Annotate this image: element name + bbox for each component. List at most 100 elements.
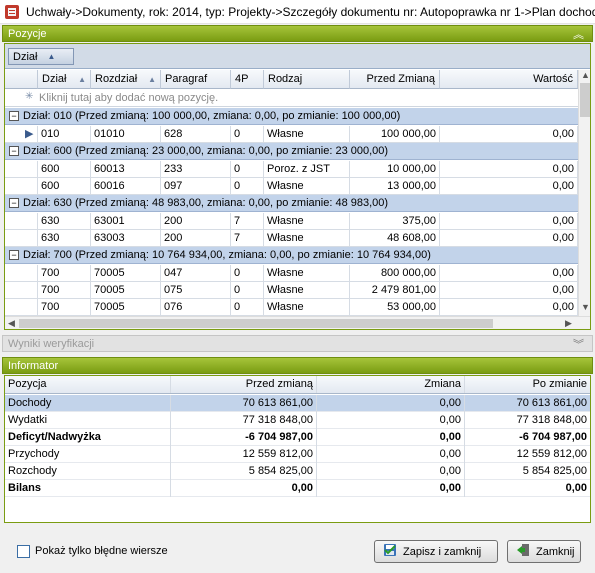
collapse-minus-icon[interactable]: − — [9, 111, 19, 121]
table-cell[interactable]: 0 — [231, 161, 264, 178]
info-row[interactable]: Wydatki 77 318 848,00 0,00 77 318 848,00 — [5, 412, 590, 429]
table-cell[interactable]: 13 000,00 — [350, 178, 440, 195]
collapse-minus-icon[interactable]: − — [9, 250, 19, 260]
table-cell[interactable]: 076 — [161, 299, 231, 316]
table-cell[interactable]: 0,00 — [440, 265, 578, 282]
table-cell[interactable]: 375,00 — [350, 213, 440, 230]
col-4p[interactable]: 4P — [231, 70, 264, 89]
row-indicator[interactable] — [22, 161, 38, 178]
table-cell[interactable]: 0 — [231, 265, 264, 282]
table-cell[interactable]: Własne — [264, 213, 350, 230]
col-rodzaj[interactable]: Rodzaj — [264, 70, 350, 89]
table-cell[interactable]: 800 000,00 — [350, 265, 440, 282]
table-cell[interactable]: 700 — [38, 265, 91, 282]
col-dzial[interactable]: Dział ▲ — [38, 70, 91, 89]
row-indicator[interactable] — [22, 299, 38, 316]
table-cell[interactable]: Własne — [264, 299, 350, 316]
table-cell[interactable]: 0 — [231, 178, 264, 195]
info-row[interactable]: Dochody 70 613 861,00 0,00 70 613 861,00 — [5, 395, 590, 412]
scroll-up-icon[interactable]: ▲ — [581, 70, 590, 80]
table-row[interactable]: 630 63001 200 7 Własne 375,00 0,00 — [5, 213, 580, 230]
info-row[interactable]: Rozchody 5 854 825,00 0,00 5 854 825,00 — [5, 463, 590, 480]
group-row[interactable]: − Dział: 700 (Przed zmianą: 10 764 934,00… — [5, 247, 580, 264]
info-row[interactable]: Bilans 0,00 0,00 0,00 — [5, 480, 590, 497]
vertical-scrollbar[interactable]: ▲ ▼ — [578, 70, 590, 329]
table-cell[interactable]: Własne — [264, 282, 350, 299]
row-indicator[interactable] — [22, 213, 38, 230]
table-cell[interactable]: 53 000,00 — [350, 299, 440, 316]
row-indicator[interactable] — [22, 265, 38, 282]
weryfikacja-header[interactable]: Wyniki weryfikacji ︾ — [2, 335, 593, 352]
collapse-up-icon[interactable]: ︽ — [573, 26, 584, 42]
table-cell[interactable]: 0,00 — [440, 178, 578, 195]
row-indicator[interactable] — [22, 178, 38, 195]
info-row[interactable]: Przychody 12 559 812,00 0,00 12 559 812,00 — [5, 446, 590, 463]
table-cell[interactable]: 48 608,00 — [350, 230, 440, 247]
table-cell[interactable]: Poroz. z JST — [264, 161, 350, 178]
table-row[interactable]: 700 70005 076 0 Własne 53 000,00 0,00 — [5, 299, 580, 316]
table-row[interactable]: 700 70005 047 0 Własne 800 000,00 0,00 — [5, 265, 580, 282]
group-row[interactable]: − Dział: 600 (Przed zmianą: 23 000,00, zm… — [5, 143, 580, 160]
col-przed-zmiana[interactable]: Przed Zmianą — [350, 70, 440, 89]
collapse-minus-icon[interactable]: − — [9, 198, 19, 208]
table-cell[interactable]: 700 — [38, 299, 91, 316]
info-col-po[interactable]: Po zmianie — [465, 376, 590, 393]
table-cell[interactable]: 63001 — [91, 213, 161, 230]
group-row[interactable]: − Dział: 010 (Przed zmianą: 100 000,00, z… — [5, 108, 580, 125]
group-chip-dzial[interactable]: Dział ▲ — [8, 48, 74, 65]
save-close-button[interactable]: Zapisz i zamknij — [374, 540, 498, 563]
table-cell[interactable]: 200 — [161, 230, 231, 247]
info-row[interactable]: Deficyt/Nadwyżka -6 704 987,00 0,00 -6 704 … — [5, 429, 590, 446]
table-cell[interactable]: 60013 — [91, 161, 161, 178]
table-cell[interactable]: 0,00 — [440, 213, 578, 230]
table-cell[interactable]: 60016 — [91, 178, 161, 195]
table-row[interactable]: 600 60013 233 0 Poroz. z JST 10 000,00 0,00 — [5, 161, 580, 178]
table-row[interactable]: 600 60016 097 0 Własne 13 000,00 0,00 — [5, 178, 580, 195]
table-cell[interactable]: 0,00 — [440, 126, 578, 143]
table-cell[interactable]: 63003 — [91, 230, 161, 247]
table-cell[interactable]: 0,00 — [440, 282, 578, 299]
table-cell[interactable]: 047 — [161, 265, 231, 282]
table-cell[interactable]: 100 000,00 — [350, 126, 440, 143]
horizontal-scrollbar[interactable]: ◀ ▶ — [5, 316, 590, 329]
table-cell[interactable]: 0,00 — [440, 230, 578, 247]
info-col-przed[interactable]: Przed zmianą — [171, 376, 317, 393]
table-cell[interactable]: 0 — [231, 282, 264, 299]
table-cell[interactable]: 7 — [231, 230, 264, 247]
close-button[interactable]: Zamknij — [507, 540, 581, 563]
table-cell[interactable]: 0,00 — [440, 161, 578, 178]
table-cell[interactable]: 010 — [38, 126, 91, 143]
table-cell[interactable]: Własne — [264, 265, 350, 282]
table-cell[interactable]: 10 000,00 — [350, 161, 440, 178]
group-row[interactable]: − Dział: 630 (Przed zmianą: 48 983,00, zm… — [5, 195, 580, 212]
table-cell[interactable]: 097 — [161, 178, 231, 195]
new-row[interactable]: ✳ Kliknij tutaj aby dodać nową pozycję. — [5, 90, 580, 107]
table-cell[interactable]: 600 — [38, 161, 91, 178]
col-wartosc[interactable]: Wartość — [440, 70, 578, 89]
table-cell[interactable]: 70005 — [91, 265, 161, 282]
table-cell[interactable]: 075 — [161, 282, 231, 299]
table-cell[interactable]: 628 — [161, 126, 231, 143]
table-cell[interactable]: Własne — [264, 126, 350, 143]
table-cell[interactable]: 7 — [231, 213, 264, 230]
info-col-pozycja[interactable]: Pozycja — [5, 376, 171, 393]
col-paragraf[interactable]: Paragraf — [161, 70, 231, 89]
scroll-right-icon[interactable]: ▶ — [565, 318, 572, 329]
scroll-left-icon[interactable]: ◀ — [8, 318, 15, 329]
table-row[interactable]: ▶ 010 01010 628 0 Własne 100 000,00 0,00 — [5, 126, 580, 143]
table-cell[interactable]: Własne — [264, 230, 350, 247]
row-indicator[interactable] — [22, 282, 38, 299]
table-cell[interactable]: 630 — [38, 230, 91, 247]
vertical-scroll-thumb[interactable] — [580, 83, 590, 117]
pozycje-header[interactable]: Pozycje ︽ — [2, 25, 593, 42]
table-cell[interactable]: 0 — [231, 126, 264, 143]
col-rozdzial[interactable]: Rozdział ▲ — [91, 70, 161, 89]
info-col-zmiana[interactable]: Zmiana — [317, 376, 465, 393]
collapse-minus-icon[interactable]: − — [9, 146, 19, 156]
table-row[interactable]: 700 70005 075 0 Własne 2 479 801,00 0,00 — [5, 282, 580, 299]
show-errors-checkbox[interactable] — [17, 545, 30, 558]
table-cell[interactable]: 0 — [231, 299, 264, 316]
table-cell[interactable]: 2 479 801,00 — [350, 282, 440, 299]
scroll-down-icon[interactable]: ▼ — [581, 302, 590, 312]
horizontal-scroll-thumb[interactable] — [19, 319, 493, 328]
